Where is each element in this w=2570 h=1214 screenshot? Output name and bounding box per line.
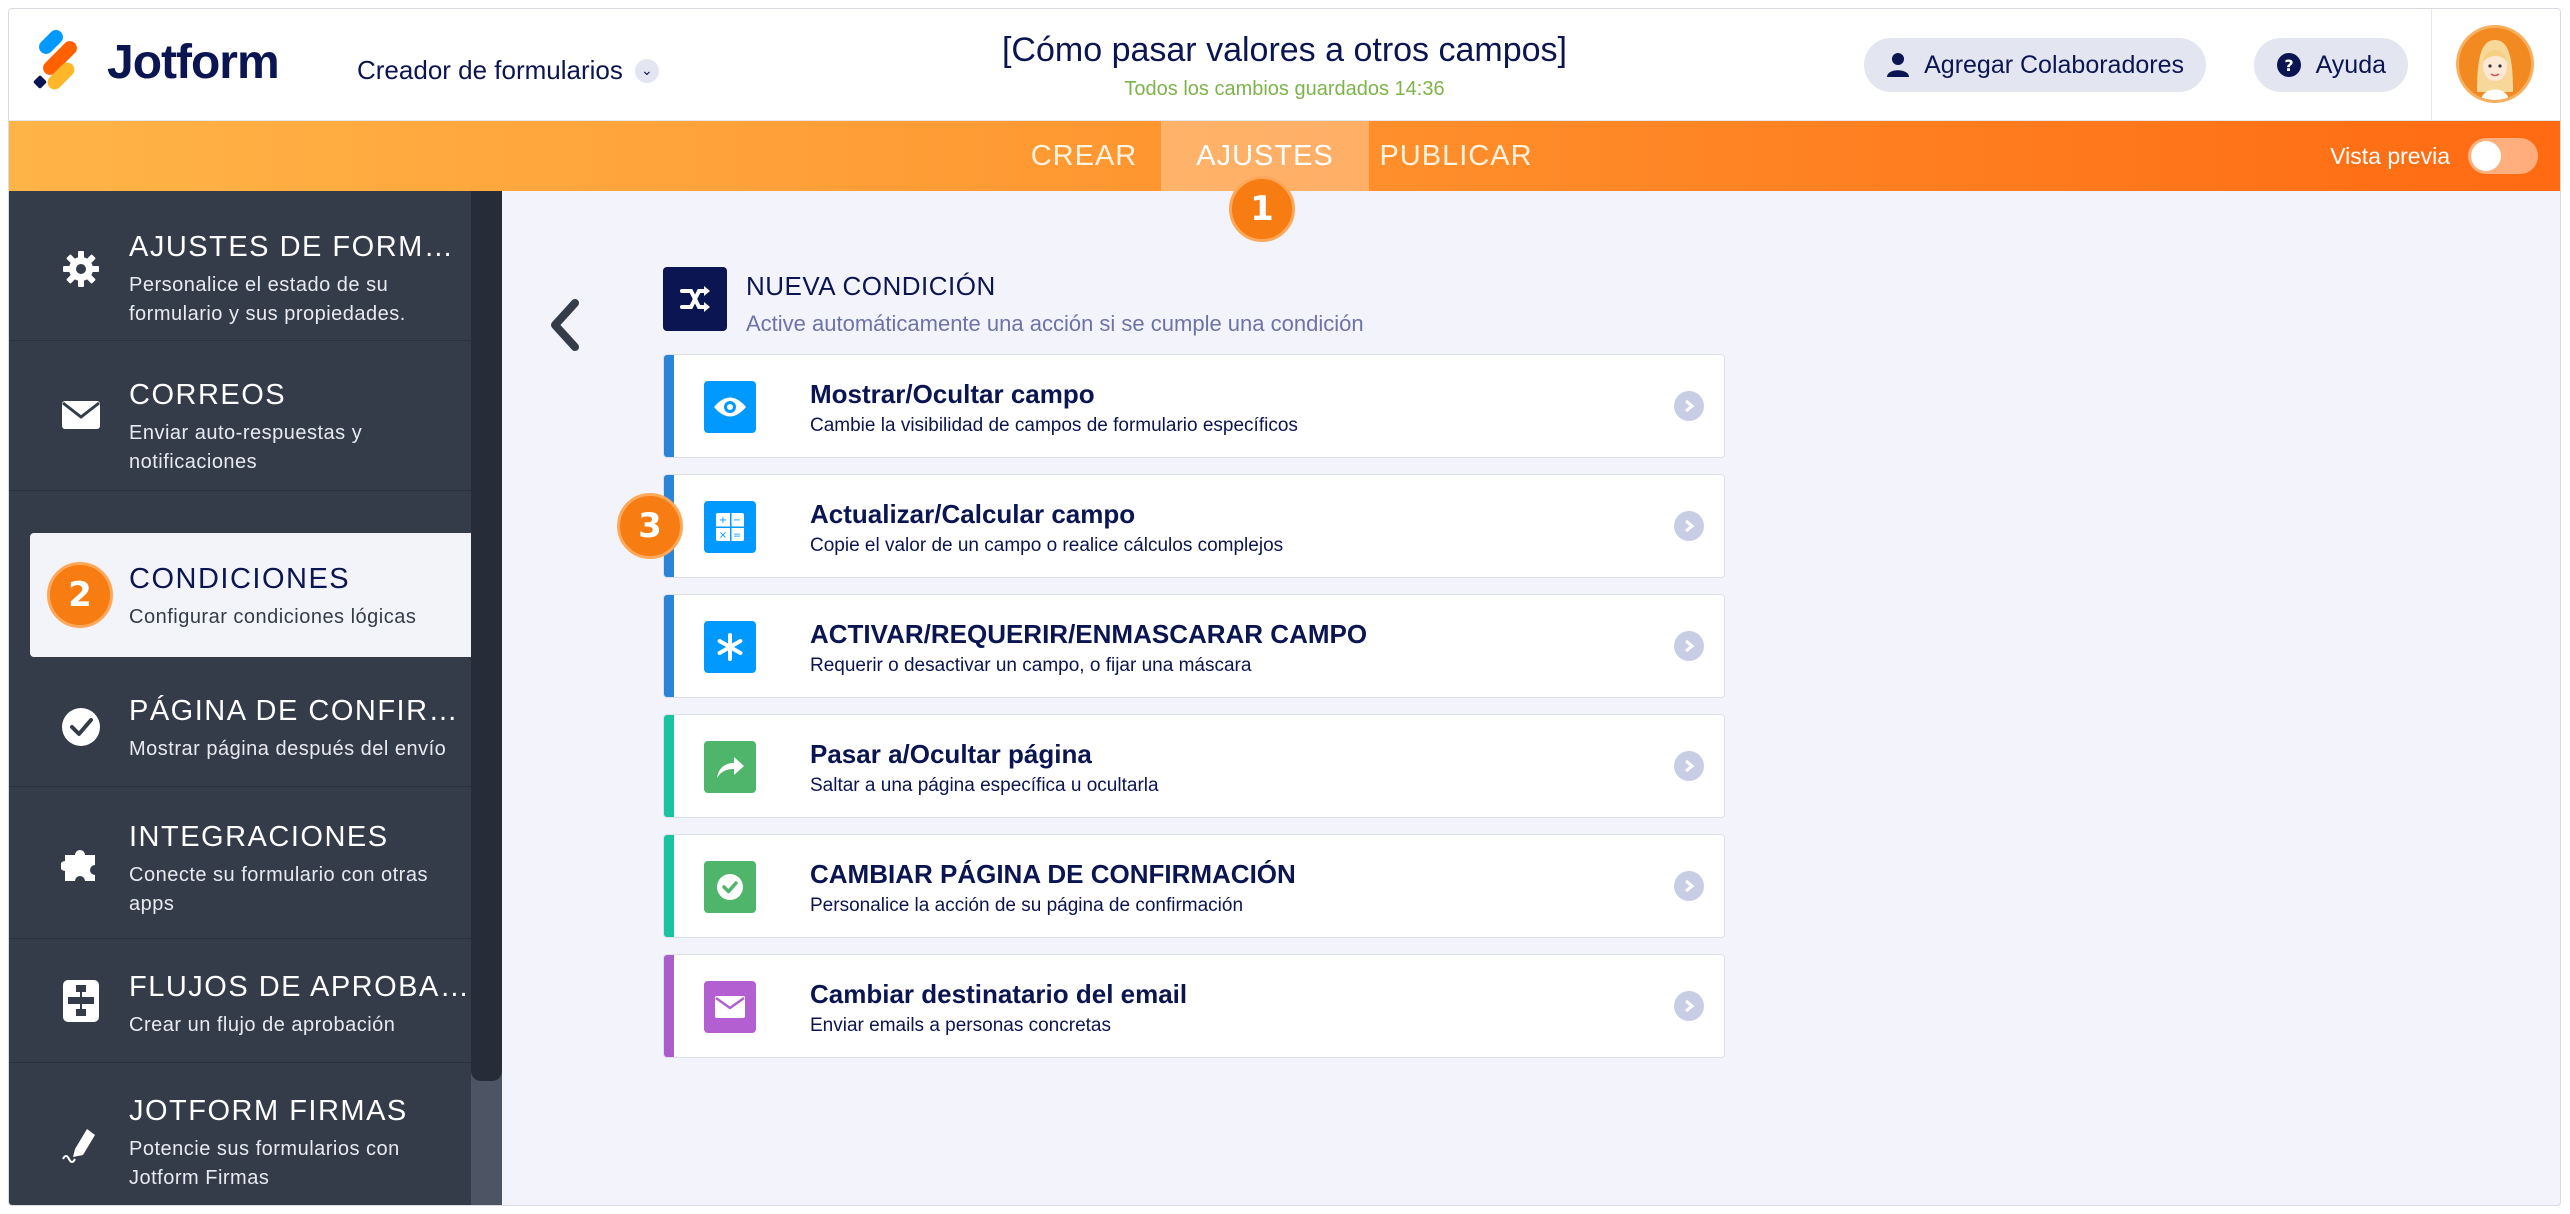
svg-text:+: +: [719, 515, 727, 526]
chevron-right-icon: [1674, 751, 1704, 781]
step-badge-1: 1: [1229, 176, 1295, 242]
sidebar-item-desc: Configurar condiciones lógicas: [129, 606, 417, 628]
puzzle-icon: [59, 841, 103, 885]
tab-crear[interactable]: CREAR: [1009, 121, 1159, 191]
sidebar-item-desc: Potencie sus formularios con Jotform Fir…: [129, 1138, 400, 1189]
card-accent-bar: [664, 595, 674, 697]
back-chevron-icon[interactable]: [547, 299, 581, 356]
app-window: Jotform Creador de formularios ⌄ [Cómo p…: [8, 8, 2561, 1206]
question-icon: ?: [2276, 52, 2302, 78]
calculator-icon: + − × =: [704, 501, 756, 553]
card-title: CAMBIAR PÁGINA DE CONFIRMACIÓN: [810, 859, 1296, 889]
sidebar-item-title: INTEGRACIONES: [129, 821, 389, 853]
sidebar-item-desc: Crear un flujo de aprobación: [129, 1014, 396, 1036]
sidebar-item-title: CONDICIONES: [129, 563, 351, 595]
gear-icon: [59, 247, 103, 291]
card-desc: Cambie la visibilidad de campos de formu…: [810, 415, 1298, 436]
svg-text:−: −: [733, 515, 741, 526]
svg-text:?: ?: [2284, 56, 2293, 75]
card-desc: Copie el valor de un campo o realice cál…: [810, 535, 1284, 556]
sidebar-item-desc: Mostrar página después del envío: [129, 738, 447, 760]
card-accent-bar: [664, 355, 674, 457]
condition-change-thank-you-page[interactable]: CAMBIAR PÁGINA DE CONFIRMACIÓN Personali…: [663, 834, 1725, 938]
add-collaborators-label: Agregar Colaboradores: [1924, 50, 2184, 79]
tab-publicar[interactable]: PUBLICAR: [1371, 121, 1541, 191]
condition-skip-hide-page[interactable]: Pasar a/Ocultar página Saltar a una pági…: [663, 714, 1725, 818]
card-title: Pasar a/Ocultar página: [810, 739, 1092, 769]
card-accent-bar: [664, 715, 674, 817]
card-desc: Enviar emails a personas concretas: [810, 1015, 1111, 1036]
sidebar-item-title: PÁGINA DE CONFIRMA...: [129, 695, 469, 727]
sidebar-item-emails[interactable]: CORREOS Enviar auto-respuestas y notific…: [9, 341, 471, 491]
flow-icon: [59, 979, 103, 1023]
sidebar-item-desc: Personalice el estado de su formulario y…: [129, 274, 406, 325]
add-collaborators-button[interactable]: Agregar Colaboradores: [1864, 38, 2206, 92]
card-title: Cambiar destinatario del email: [810, 979, 1188, 1009]
sidebar-scrollbar-thumb[interactable]: [471, 191, 502, 1081]
svg-text:×: ×: [719, 530, 727, 541]
card-title: Actualizar/Calcular campo: [810, 499, 1136, 529]
condition-enable-require-mask-field[interactable]: ACTIVAR/REQUERIR/ENMASCARAR CAMPO Requer…: [663, 594, 1725, 698]
eye-icon: [704, 381, 756, 433]
card-desc: Personalice la acción de su página de co…: [810, 895, 1244, 916]
sidebar-item-title: FLUJOS DE APROBACI...: [129, 971, 469, 1003]
condition-update-calculate-field[interactable]: + − × = Actualizar/Calcular campo Copie el …: [663, 474, 1725, 578]
condition-show-hide-field[interactable]: Mostrar/Ocultar campo Cambie la visibili…: [663, 354, 1725, 458]
pen-icon: [59, 1121, 103, 1165]
envelope-icon: [704, 981, 756, 1033]
shuffle-icon: [663, 267, 727, 331]
sidebar-item-form-settings[interactable]: AJUSTES DE FORMULA... Personalice el est…: [9, 191, 471, 341]
card-accent-bar: [664, 955, 674, 1057]
check-circle-icon: [59, 705, 103, 749]
user-avatar[interactable]: [2456, 25, 2534, 103]
chevron-right-icon: [1674, 991, 1704, 1021]
envelope-icon: [59, 393, 103, 437]
sidebar-item-approval-flows[interactable]: FLUJOS DE APROBACI... Crear un flujo de …: [9, 939, 471, 1063]
card-accent-bar: [664, 835, 674, 937]
user-icon: [1886, 52, 1910, 78]
sidebar-item-title: JOTFORM FIRMAS: [129, 1095, 408, 1127]
header-divider: [2431, 9, 2432, 121]
top-header: Jotform Creador de formularios ⌄ [Cómo p…: [9, 9, 2560, 121]
sidebar-item-integrations[interactable]: INTEGRACIONES Conecte su formulario con …: [9, 787, 471, 939]
sidebar-item-desc: Enviar auto-respuestas y notificaciones: [129, 422, 363, 473]
card-desc: Requerir o desactivar un campo, o fijar …: [810, 655, 1252, 676]
card-desc: Saltar a una página específica u ocultar…: [810, 775, 1159, 796]
sidebar-item-thank-you-page[interactable]: PÁGINA DE CONFIRMA... Mostrar página des…: [9, 665, 471, 787]
sidebar-item-jotform-sign[interactable]: JOTFORM FIRMAS Potencie sus formularios …: [9, 1063, 471, 1205]
preview-toggle[interactable]: [2468, 138, 2538, 174]
step-badge-2: 2: [47, 562, 113, 628]
card-title: ACTIVAR/REQUERIR/ENMASCARAR CAMPO: [810, 619, 1368, 649]
share-arrow-icon: [704, 741, 756, 793]
help-button[interactable]: ? Ayuda: [2253, 38, 2408, 92]
svg-text:=: =: [733, 530, 741, 541]
sidebar-item-title: AJUSTES DE FORMULA...: [129, 231, 469, 263]
chevron-right-icon: [1674, 391, 1704, 421]
step-badge-3: 3: [617, 493, 683, 559]
new-condition-subtitle: Active automáticamente una acción si se …: [746, 311, 1364, 336]
asterisk-icon: [704, 621, 756, 673]
preview-control: Vista previa: [2330, 121, 2538, 191]
chevron-right-icon: [1674, 511, 1704, 541]
chevron-right-icon: [1674, 631, 1704, 661]
preview-label: Vista previa: [2330, 142, 2450, 169]
sidebar-item-desc: Conecte su formulario con otras apps: [129, 864, 428, 915]
main-navbar: CREAR AJUSTES PUBLICAR Vista previa: [9, 121, 2560, 191]
chevron-right-icon: [1674, 871, 1704, 901]
help-label: Ayuda: [2315, 50, 2386, 79]
new-condition-title: NUEVA CONDICIÓN: [746, 271, 996, 301]
check-icon: [704, 861, 756, 913]
condition-change-email-recipient[interactable]: Cambiar destinatario del email Enviar em…: [663, 954, 1725, 1058]
sidebar-item-title: CORREOS: [129, 379, 287, 411]
card-title: Mostrar/Ocultar campo: [810, 379, 1095, 409]
